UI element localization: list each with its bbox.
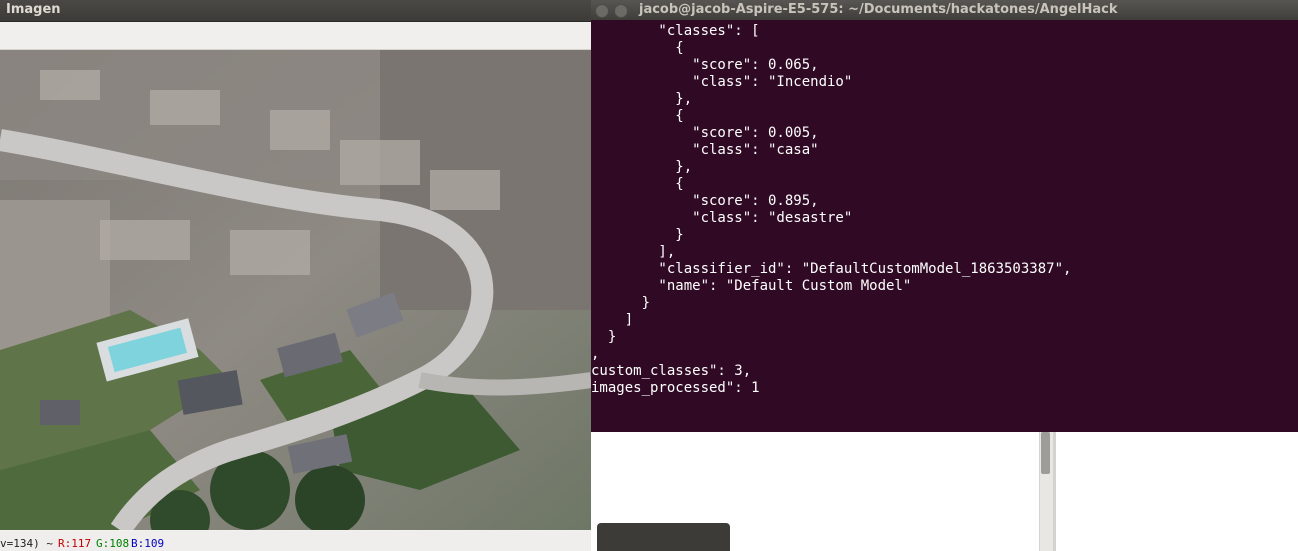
image-window-title: Imagen [6,2,61,17]
terminal-titlebar[interactable]: jacob@jacob-Aspire-E5-575: ~/Documents/h… [591,0,1298,20]
terminal-line: { [591,40,684,56]
terminal-window[interactable]: jacob@jacob-Aspire-E5-575: ~/Documents/h… [591,0,1298,432]
terminal-line: }, [591,91,693,107]
terminal-line: "score": 0.895, [591,193,819,209]
terminal-line: "classes": [ [591,23,760,39]
terminal-line: "class": "Incendio" [591,74,853,90]
red-value: R:117 [58,537,92,550]
terminal-line: ], [591,244,676,260]
terminal-line: "classifier_id": "DefaultCustomModel_186… [591,261,1072,277]
close-icon[interactable] [595,4,609,18]
terminal-line: ] [591,312,634,328]
terminal-line: } [591,295,651,311]
scrollbar-thumb[interactable] [1041,432,1050,474]
pixel-status-bar: v=134) ~ R:117 G:108 B:109 [0,531,591,551]
cursor-coordinate: v=134) ~ [0,537,53,550]
terminal-line: "score": 0.005, [591,125,819,141]
aerial-image[interactable] [0,50,591,530]
terminal-line: } [591,329,617,345]
terminal-line: "class": "casa" [591,142,819,158]
aerial-photo-drawing [0,50,591,530]
terminal-line: { [591,108,684,124]
terminal-line: custom_classes": 3, [591,363,752,379]
image-window-titlebar[interactable]: Imagen [0,0,591,22]
blue-value: B:109 [131,537,165,550]
image-viewer-window: Imagen v=134) ~ R:117 G:108 B:109 [0,0,591,551]
terminal-line: images_processed": 1 [591,380,760,396]
background-area [1056,432,1298,551]
terminal-line: , [591,346,600,362]
terminal-line: } [591,227,684,243]
terminal-line: "score": 0.065, [591,57,819,73]
minimize-icon[interactable] [614,4,628,18]
green-value: G:108 [96,537,130,550]
terminal-line: }, [591,159,693,175]
image-window-toolbar [0,22,591,50]
terminal-line: { [591,176,684,192]
terminal-line: "class": "desastre" [591,210,853,226]
terminal-line: "name": "Default Custom Model" [591,278,912,294]
terminal-title: jacob@jacob-Aspire-E5-575: ~/Documents/h… [639,2,1118,17]
window-tab[interactable] [597,523,730,551]
